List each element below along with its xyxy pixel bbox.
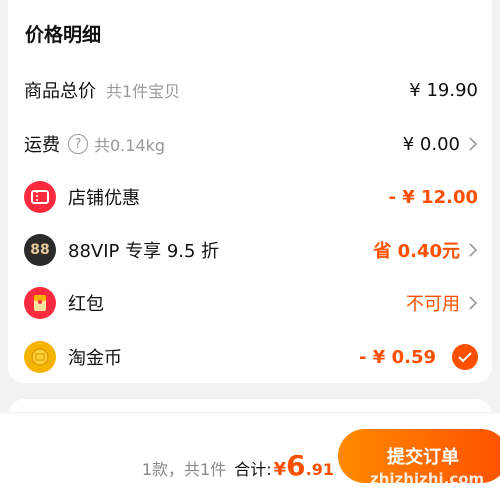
row-gold-coin[interactable]: 淘金币 - ¥ 0.59 [8,337,492,377]
price-detail-card: 价格明细 商品总价 共1件宝贝 ¥ 19.90 运费 ? 共0.14kg ¥ 0… [8,0,492,383]
gold-coin-label: 淘金币 [68,348,122,369]
total-label: 合计: [234,460,272,479]
red-packet-label: 红包 [68,294,104,315]
store-coupon-icon [24,181,56,213]
help-icon[interactable]: ? [68,134,88,154]
chevron-right-icon[interactable] [468,296,478,310]
gold-coin-value: - ¥ 0.59 [359,346,436,368]
vip88-icon: 88 [24,234,56,266]
red-packet-icon [24,287,56,319]
card-title: 价格明细 [25,24,102,46]
total-currency: ¥ [273,459,287,480]
chevron-right-icon[interactable] [468,137,478,151]
goods-total-sub: 共1件宝贝 [106,82,181,101]
order-summary: 1款，共1件 合计: ¥ 6 .91 [142,449,334,482]
watermark: zhizhizhi.com [370,470,485,488]
check-icon[interactable] [452,344,478,370]
row-goods-total: 商品总价 共1件宝贝 ¥ 19.90 [8,70,492,110]
goods-total-value: ¥ 19.90 [409,79,478,101]
vip-label: 88VIP 专享 9.5 折 [68,241,220,262]
vip-value: 省 0.40元 [373,241,460,262]
shipping-label: 运费 [24,135,60,156]
red-packet-value: 不可用 [406,294,460,315]
row-red-packet[interactable]: 红包 不可用 [8,283,492,323]
item-count: 1款，共1件 [141,460,227,479]
shipping-weight: 共0.14kg [94,136,166,155]
store-discount-value: - ¥ 12.00 [388,186,478,208]
row-store-discount[interactable]: 店铺优惠 - ¥ 12.00 [8,177,492,217]
row-shipping[interactable]: 运费 ? 共0.14kg ¥ 0.00 [8,124,492,164]
store-discount-label: 店铺优惠 [68,188,140,209]
total-decimal: .91 [305,460,334,479]
gold-coin-icon [24,341,56,373]
shipping-value: ¥ 0.00 [402,133,460,155]
goods-total-label: 商品总价 [24,81,96,102]
row-88vip[interactable]: 88 88VIP 专享 9.5 折 省 0.40元 [8,230,492,270]
total-integer: 6 [286,449,306,482]
chevron-right-icon[interactable] [468,243,478,257]
